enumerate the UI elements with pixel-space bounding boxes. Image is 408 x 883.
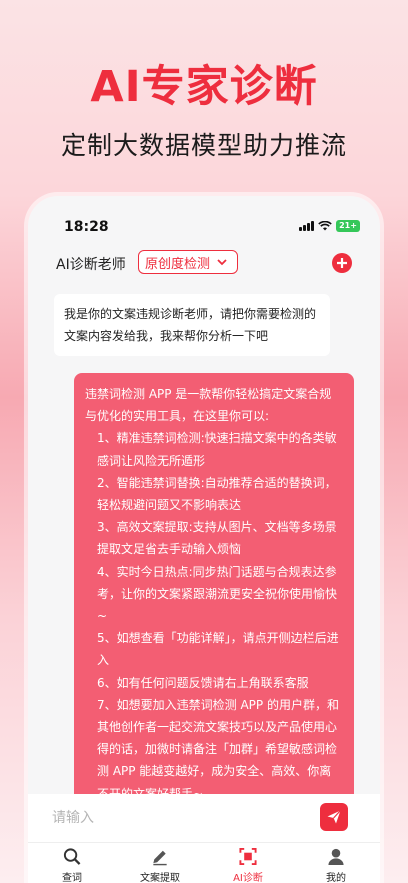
user-message-item: 2、智能违禁词替换:自动推荐合适的替换词，轻松规避问题又不影响表达 xyxy=(97,475,337,513)
phone-frame: 18:28 21+ AI诊断老师 原创度检测 我是你的文案违规诊断老师，请把你需… xyxy=(28,196,380,883)
tab-label: 文案提取 xyxy=(140,873,180,883)
message-input[interactable] xyxy=(52,802,302,834)
tab-label: AI诊断 xyxy=(233,873,263,883)
user-message-item: 7、如想要加入违禁词检测 APP 的用户群，和其他创作者一起交流文案技巧以及产品… xyxy=(97,697,339,801)
tab-copy-extract[interactable]: 文案提取 xyxy=(116,843,204,883)
tab-search[interactable]: 查词 xyxy=(28,843,116,883)
user-message: 违禁词检测 APP 是一款帮你轻松搞定文案合规与优化的实用工具，在这里你可以: … xyxy=(74,373,354,815)
wifi-icon xyxy=(318,221,332,231)
chevron-down-icon xyxy=(217,259,227,266)
send-button[interactable] xyxy=(320,803,348,831)
user-message-item: 6、如有任何问题反馈请右上角联系客服 xyxy=(97,675,309,690)
promo-headline: AI专家诊断 xyxy=(90,62,318,112)
pencil-icon xyxy=(153,850,167,866)
tab-label: 我的 xyxy=(326,873,346,883)
add-chat-button[interactable] xyxy=(332,253,352,273)
tab-ai-diagnosis[interactable]: AI诊断 xyxy=(204,843,292,883)
page-title: AI诊断老师 xyxy=(56,257,126,273)
tab-bar: 查词 文案提取 AI诊断 我的 xyxy=(28,842,380,883)
mode-select-label: 原创度检测 xyxy=(145,256,211,272)
user-message-item: 1、精准违禁词检测:快速扫描文案中的各类敏感词让风险无所遁形 xyxy=(97,431,337,468)
teacher-message: 我是你的文案违规诊断老师，请把你需要检测的文案内容发给我，我来帮你分析一下吧 xyxy=(54,294,330,356)
promo-subline: 定制大数据模型助力推流 xyxy=(60,131,347,160)
signal-icon xyxy=(299,221,314,231)
status-bar: 18:28 21+ xyxy=(28,196,380,242)
battery-icon: 21+ xyxy=(336,220,360,232)
chat-header: AI诊断老师 原创度检测 xyxy=(28,246,380,280)
user-message-item: 5、如想查看「功能详解」，请点开侧边栏后进入 xyxy=(97,631,339,668)
user-message-item: 4、实时今日热点:同步热门话题与合规表达参考，让你的文案紧跟潮流更安全祝你使用愉… xyxy=(97,564,338,624)
search-icon xyxy=(63,848,81,865)
user-message-item: 3、高效文案提取:支持从图片、文档等多场景提取文足省去手动输入烦恼 xyxy=(97,520,337,557)
tab-label: 查词 xyxy=(62,873,82,883)
tab-profile[interactable]: 我的 xyxy=(292,843,380,883)
status-icons: 21+ xyxy=(299,220,360,232)
status-time: 18:28 xyxy=(64,219,109,235)
user-message-intro: 违禁词检测 APP 是一款帮你轻松搞定文案合规与优化的实用工具，在这里你可以: xyxy=(85,387,332,424)
mode-select[interactable]: 原创度检测 xyxy=(138,250,238,274)
plus-icon xyxy=(337,258,347,268)
scan-icon xyxy=(239,847,257,866)
user-icon xyxy=(328,848,344,866)
send-icon xyxy=(327,810,341,824)
input-bar xyxy=(28,794,380,842)
